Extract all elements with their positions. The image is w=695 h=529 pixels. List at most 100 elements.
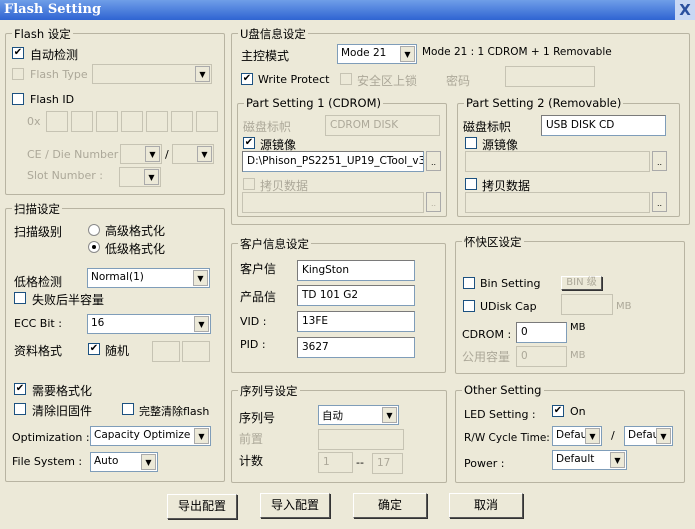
- mode-description: Mode 21 : 1 CDROM + 1 Removable: [422, 46, 612, 58]
- prefix-field[interactable]: [318, 429, 404, 450]
- part2-copy-path[interactable]: [465, 192, 650, 213]
- count-label: 计数: [239, 454, 264, 468]
- pid-field[interactable]: 3627: [297, 337, 415, 358]
- ecc-value: 16: [91, 317, 105, 329]
- led-on-checkbox[interactable]: ✔: [552, 405, 564, 417]
- udisk-cap-field[interactable]: [561, 294, 613, 315]
- flash-id-byte[interactable]: [196, 111, 218, 132]
- high-format-label: 高级格式化: [105, 224, 166, 238]
- low-check-label: 低格检测: [14, 275, 63, 289]
- half-cap-checkbox[interactable]: [14, 292, 26, 304]
- part2-browse-button[interactable]: ..: [652, 151, 667, 171]
- rw-slash: /: [611, 429, 615, 442]
- flash-id-checkbox[interactable]: [12, 93, 24, 105]
- password-label: 密码: [446, 74, 471, 88]
- part1-source-checkbox[interactable]: ✔: [243, 137, 255, 149]
- ok-button[interactable]: 确定: [353, 493, 427, 518]
- part2-disk-field[interactable]: USB DISK CD: [541, 115, 666, 136]
- public-cap-field[interactable]: 0: [516, 346, 567, 367]
- write-protect-checkbox[interactable]: ✔: [241, 73, 253, 85]
- bin-level-button[interactable]: BIN 级: [561, 276, 602, 290]
- password-field[interactable]: [505, 66, 595, 87]
- import-config-button[interactable]: 导入配置: [260, 493, 330, 518]
- part2-source-checkbox[interactable]: [465, 137, 477, 149]
- part1-legend: Part Setting 1 (CDROM): [244, 96, 383, 110]
- chevron-down-icon: ▼: [382, 407, 397, 423]
- vid-field[interactable]: 13FE: [297, 311, 415, 332]
- secure-lock-label: 安全区上锁: [357, 74, 418, 88]
- rw-cycle-select-2[interactable]: Default ▼: [624, 426, 673, 446]
- random-checkbox[interactable]: ✔: [88, 343, 100, 355]
- mode-label: 主控模式: [241, 49, 290, 63]
- vendor-field[interactable]: KingSton: [297, 260, 415, 281]
- vid-label: VID :: [240, 315, 267, 328]
- slot-select[interactable]: ▼: [119, 167, 161, 187]
- ce-die-slash: /: [165, 148, 169, 161]
- chevron-down-icon: ▼: [193, 270, 208, 286]
- file-system-label: File System :: [12, 455, 83, 468]
- cancel-button[interactable]: 取消: [449, 493, 523, 518]
- flash-id-byte[interactable]: [96, 111, 118, 132]
- prefix-label: 前置: [239, 432, 264, 446]
- part1-copy-path[interactable]: [242, 192, 424, 213]
- count-to-field[interactable]: 17: [372, 453, 403, 474]
- mode-select[interactable]: Mode 21 ▼: [337, 44, 417, 64]
- flash-id-byte[interactable]: [146, 111, 168, 132]
- udisk-cap-checkbox[interactable]: [463, 300, 475, 312]
- part2-source-path[interactable]: [465, 151, 650, 172]
- close-button[interactable]: X: [675, 0, 695, 20]
- chevron-down-icon: ▼: [585, 428, 600, 444]
- power-value: Default: [556, 453, 595, 465]
- part2-copy-checkbox[interactable]: [465, 178, 477, 190]
- optimization-label: Optimization :: [12, 431, 90, 444]
- serial-value: 自动: [322, 410, 343, 422]
- public-cap-label: 公用容量: [462, 350, 511, 364]
- mode-value: Mode 21: [341, 47, 387, 59]
- part2-copy-browse-button[interactable]: ..: [652, 192, 667, 212]
- count-from-field[interactable]: 1: [318, 452, 353, 473]
- flash-id-byte[interactable]: [171, 111, 193, 132]
- product-label: 产品信: [240, 290, 277, 304]
- flash-id-byte[interactable]: [121, 111, 143, 132]
- power-select[interactable]: Default ▼: [552, 450, 627, 470]
- full-clear-checkbox[interactable]: [122, 403, 134, 415]
- scan-level-label: 扫描级别: [14, 225, 63, 239]
- flash-type-checkbox[interactable]: [12, 68, 24, 80]
- ce-select[interactable]: ▼: [120, 144, 162, 164]
- part1-copy-browse-button[interactable]: ..: [426, 192, 441, 212]
- need-format-checkbox[interactable]: ✔: [14, 383, 26, 395]
- flash-id-byte[interactable]: [46, 111, 68, 132]
- power-label: Power :: [464, 457, 505, 470]
- pid-label: PID :: [240, 338, 266, 351]
- product-field[interactable]: TD 101 G2: [297, 285, 415, 306]
- die-select[interactable]: ▼: [172, 144, 214, 164]
- data-format-field-1[interactable]: [152, 341, 180, 362]
- file-system-select[interactable]: Auto ▼: [90, 452, 158, 472]
- rw-cycle-select-1[interactable]: Default ▼: [552, 426, 602, 446]
- high-format-radio[interactable]: [88, 224, 100, 236]
- flash-type-select[interactable]: ▼: [92, 64, 212, 84]
- export-config-button[interactable]: 导出配置: [167, 494, 237, 519]
- serial-select[interactable]: 自动 ▼: [318, 405, 399, 425]
- optimization-select[interactable]: Capacity Optimize ▼: [90, 426, 211, 446]
- hex-prefix: 0x: [27, 115, 41, 128]
- low-format-radio[interactable]: [88, 241, 100, 253]
- other-legend: Other Setting: [462, 383, 544, 397]
- part1-browse-button[interactable]: ..: [426, 151, 441, 171]
- part1-source-path[interactable]: D:\Phison_PS2251_UP19_CTool_v3.0: [242, 151, 424, 172]
- flash-id-byte[interactable]: [71, 111, 93, 132]
- part1-disk-field[interactable]: CDROM DISK: [325, 115, 440, 136]
- ecc-select[interactable]: 16 ▼: [87, 314, 211, 334]
- secure-lock-checkbox[interactable]: [340, 73, 352, 85]
- auto-detect-checkbox[interactable]: ✔: [12, 47, 24, 59]
- cdrom-field[interactable]: 0: [516, 322, 567, 343]
- bin-setting-checkbox[interactable]: [463, 277, 475, 289]
- flash-type-label: Flash Type: [30, 68, 88, 81]
- low-check-select[interactable]: Normal(1) ▼: [87, 268, 210, 288]
- data-format-field-2[interactable]: [182, 341, 210, 362]
- flash-id-fields: [46, 111, 218, 132]
- clear-fw-checkbox[interactable]: [14, 403, 26, 415]
- chevron-down-icon: ▼: [144, 169, 159, 185]
- bad-block-legend: 怀快区设定: [462, 234, 524, 250]
- part1-copy-checkbox[interactable]: [243, 178, 255, 190]
